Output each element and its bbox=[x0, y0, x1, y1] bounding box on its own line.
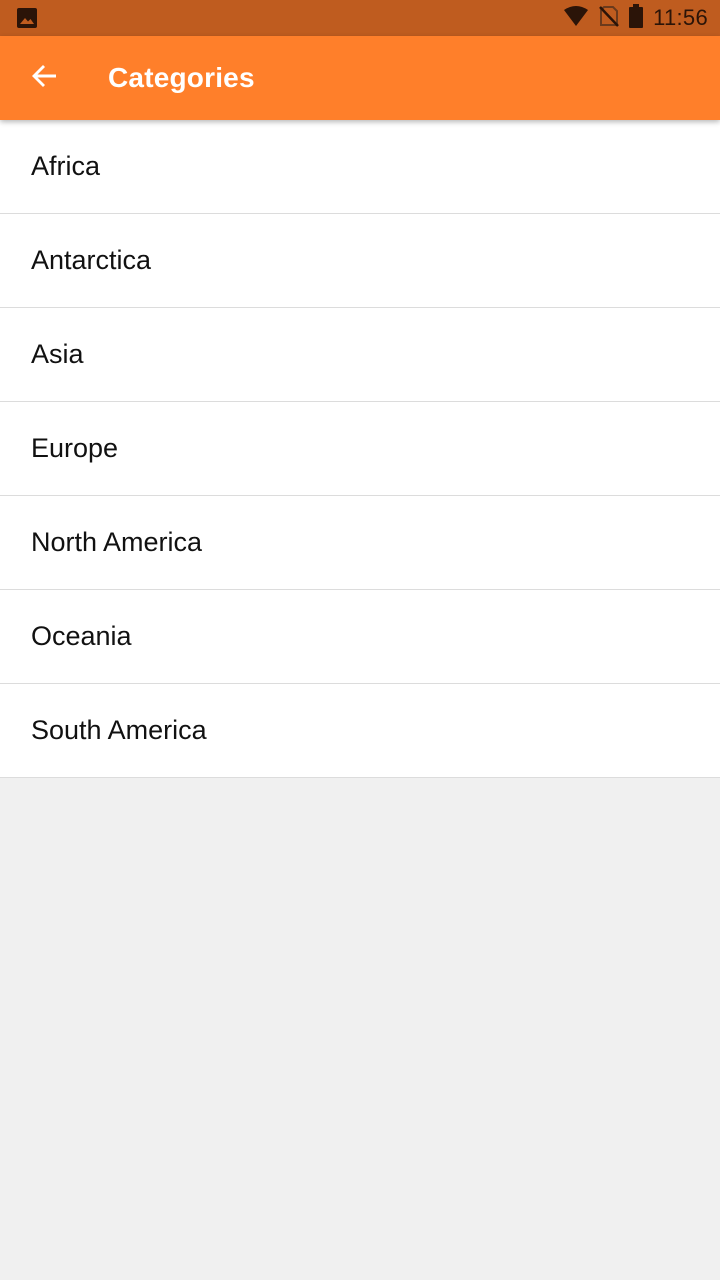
page-title: Categories bbox=[108, 62, 255, 93]
category-list: Africa Antarctica Asia Europe North Amer… bbox=[0, 120, 720, 778]
wifi-icon bbox=[563, 5, 589, 32]
no-sim-icon bbox=[599, 5, 619, 32]
status-indicators: 11:56 bbox=[553, 0, 708, 36]
list-item-oceania[interactable]: Oceania bbox=[0, 590, 720, 684]
list-item-label: Oceania bbox=[31, 621, 132, 651]
battery-icon bbox=[629, 3, 644, 33]
arrow-back-icon bbox=[30, 62, 58, 95]
status-bar: 11:56 bbox=[0, 0, 720, 36]
list-item-label: Africa bbox=[31, 151, 101, 181]
list-item-label: South America bbox=[31, 715, 207, 745]
list-item-north-america[interactable]: North America bbox=[0, 496, 720, 590]
list-item-south-america[interactable]: South America bbox=[0, 684, 720, 778]
list-item-antarctica[interactable]: Antarctica bbox=[0, 214, 720, 308]
list-item-label: Antarctica bbox=[31, 245, 152, 275]
image-icon bbox=[16, 7, 38, 29]
list-item-label: Europe bbox=[31, 433, 119, 463]
list-item-asia[interactable]: Asia bbox=[0, 308, 720, 402]
list-item-label: Asia bbox=[31, 339, 84, 369]
list-item-label: North America bbox=[31, 527, 203, 557]
app-bar: Categories bbox=[0, 36, 720, 120]
back-button[interactable] bbox=[16, 50, 72, 106]
list-item-africa[interactable]: Africa bbox=[0, 120, 720, 214]
clock: 11:56 bbox=[653, 5, 708, 30]
list-item-europe[interactable]: Europe bbox=[0, 402, 720, 496]
